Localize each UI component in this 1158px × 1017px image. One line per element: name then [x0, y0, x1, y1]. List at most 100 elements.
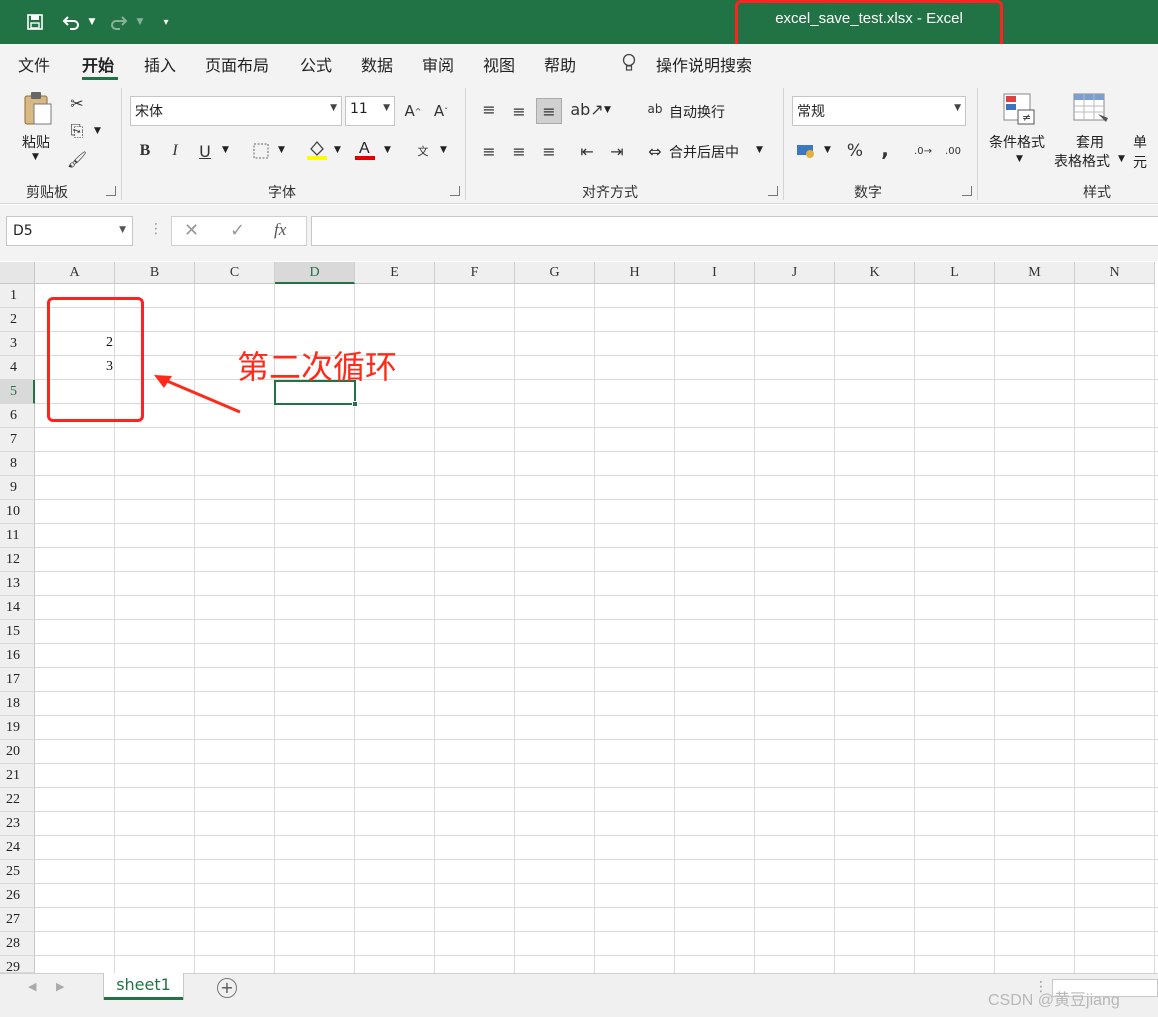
tab-view[interactable]: 视图 — [483, 52, 515, 76]
row-header-7[interactable]: 7 — [0, 428, 35, 452]
tab-review[interactable]: 审阅 — [422, 52, 454, 76]
save-icon[interactable] — [22, 10, 48, 34]
row-header-2[interactable]: 2 — [0, 308, 35, 332]
column-header-n[interactable]: N — [1075, 262, 1155, 284]
align-left-icon[interactable]: ≡ — [476, 138, 502, 164]
row-header-27[interactable]: 27 — [0, 908, 35, 932]
drag-handle-icon[interactable]: ⋮ — [149, 221, 163, 237]
prev-sheet-icon[interactable]: ◀ — [28, 980, 36, 993]
align-top-icon[interactable]: ≡ — [476, 96, 502, 122]
column-header-a[interactable]: A — [35, 262, 115, 284]
row-header-3[interactable]: 3 — [0, 332, 35, 356]
row-header-19[interactable]: 19 — [0, 716, 35, 740]
column-header-m[interactable]: M — [995, 262, 1075, 284]
paste-dropdown-icon[interactable]: ▼ — [32, 152, 39, 162]
font-size-select[interactable]: 11 ▼ — [345, 96, 395, 126]
accounting-dropdown-icon[interactable]: ▼ — [824, 145, 831, 155]
row-header-12[interactable]: 12 — [0, 548, 35, 572]
number-launcher-icon[interactable] — [962, 186, 972, 196]
italic-button[interactable]: I — [162, 138, 188, 164]
merge-dropdown-icon[interactable]: ▼ — [756, 145, 763, 155]
merge-center-button[interactable]: 合并后居中 — [669, 142, 739, 162]
clipboard-launcher-icon[interactable] — [106, 186, 116, 196]
row-header-10[interactable]: 10 — [0, 500, 35, 524]
align-middle-icon[interactable]: ≡ — [506, 98, 532, 124]
copy-dropdown-icon[interactable]: ▼ — [94, 126, 101, 136]
row-header-15[interactable]: 15 — [0, 620, 35, 644]
alignment-launcher-icon[interactable] — [768, 186, 778, 196]
increase-decimal-icon[interactable]: .0→ — [910, 138, 936, 164]
row-header-9[interactable]: 9 — [0, 476, 35, 500]
tab-insert[interactable]: 插入 — [144, 52, 176, 76]
tab-formulas[interactable]: 公式 — [300, 52, 332, 76]
percent-button[interactable]: % — [842, 138, 868, 164]
enter-icon[interactable]: ✓ — [230, 220, 245, 241]
tell-me-search[interactable]: 操作说明搜索 — [656, 52, 752, 76]
name-box[interactable]: D5 ▼ — [6, 216, 133, 246]
bold-button[interactable]: B — [132, 138, 158, 164]
row-header-17[interactable]: 17 — [0, 668, 35, 692]
decrease-font-icon[interactable]: Aˇ — [428, 98, 454, 124]
row-header-26[interactable]: 26 — [0, 884, 35, 908]
row-header-5[interactable]: 5 — [0, 380, 35, 404]
paste-icon[interactable] — [22, 90, 54, 132]
row-header-25[interactable]: 25 — [0, 860, 35, 884]
row-header-1[interactable]: 1 — [0, 284, 35, 308]
font-name-select[interactable]: 宋体 ▼ — [130, 96, 342, 126]
column-header-j[interactable]: J — [755, 262, 835, 284]
cell-a4[interactable]: 3 — [35, 359, 113, 375]
merge-center-icon[interactable]: ⇔ — [642, 138, 668, 164]
row-header-28[interactable]: 28 — [0, 932, 35, 956]
row-header-20[interactable]: 20 — [0, 740, 35, 764]
formula-input[interactable] — [311, 216, 1158, 246]
align-right-icon[interactable]: ≡ — [536, 138, 562, 164]
sheet-tab[interactable]: sheet1 — [104, 973, 183, 1000]
fill-color-dropdown-icon[interactable]: ▼ — [334, 145, 341, 155]
fill-color-icon[interactable] — [304, 136, 330, 162]
column-header-b[interactable]: B — [115, 262, 195, 284]
format-as-table-dropdown-icon[interactable]: ▼ — [1118, 154, 1125, 164]
tab-data[interactable]: 数据 — [361, 52, 393, 76]
undo-icon[interactable] — [58, 10, 84, 34]
paste-button[interactable]: 粘贴 — [22, 132, 50, 152]
undo-dropdown-icon[interactable]: ▼ — [86, 10, 98, 34]
row-header-4[interactable]: 4 — [0, 356, 35, 380]
row-header-13[interactable]: 13 — [0, 572, 35, 596]
increase-indent-icon[interactable]: ⇥ — [604, 138, 630, 164]
column-header-k[interactable]: K — [835, 262, 915, 284]
cell-a3[interactable]: 2 — [35, 335, 113, 351]
cut-icon[interactable]: ✂ — [64, 90, 90, 116]
underline-button[interactable]: U — [192, 138, 218, 164]
phonetic-icon[interactable]: 文 — [410, 138, 436, 164]
comma-button[interactable]: , — [872, 136, 898, 162]
row-header-8[interactable]: 8 — [0, 452, 35, 476]
wrap-text-button[interactable]: 自动换行 — [669, 102, 725, 122]
decrease-indent-icon[interactable]: ⇤ — [574, 138, 600, 164]
row-header-21[interactable]: 21 — [0, 764, 35, 788]
customize-toolbar-icon[interactable]: ▾ — [158, 10, 174, 34]
conditional-formatting-button[interactable]: 条件格式 — [989, 132, 1045, 152]
row-header-22[interactable]: 22 — [0, 788, 35, 812]
column-header-h[interactable]: H — [595, 262, 675, 284]
tab-home[interactable]: 开始 — [82, 52, 114, 76]
row-header-18[interactable]: 18 — [0, 692, 35, 716]
row-header-11[interactable]: 11 — [0, 524, 35, 548]
row-header-14[interactable]: 14 — [0, 596, 35, 620]
align-center-icon[interactable]: ≡ — [506, 138, 532, 164]
orientation-dropdown-icon[interactable]: ▼ — [604, 105, 611, 115]
align-bottom-icon[interactable]: ≡ — [536, 98, 562, 124]
borders-icon[interactable] — [248, 138, 274, 164]
row-header-16[interactable]: 16 — [0, 644, 35, 668]
phonetic-dropdown-icon[interactable]: ▼ — [440, 145, 447, 155]
next-sheet-icon[interactable]: ▶ — [56, 980, 64, 993]
font-launcher-icon[interactable] — [450, 186, 460, 196]
column-header-c[interactable]: C — [195, 262, 275, 284]
format-as-table-label-2[interactable]: 表格格式 — [1054, 151, 1110, 171]
row-header-6[interactable]: 6 — [0, 404, 35, 428]
column-header-e[interactable]: E — [355, 262, 435, 284]
borders-dropdown-icon[interactable]: ▼ — [278, 145, 285, 155]
insert-function-icon[interactable]: fx — [274, 220, 286, 240]
accounting-format-icon[interactable] — [794, 138, 820, 164]
row-header-29[interactable]: 29 — [0, 956, 35, 973]
font-color-dropdown-icon[interactable]: ▼ — [384, 145, 391, 155]
